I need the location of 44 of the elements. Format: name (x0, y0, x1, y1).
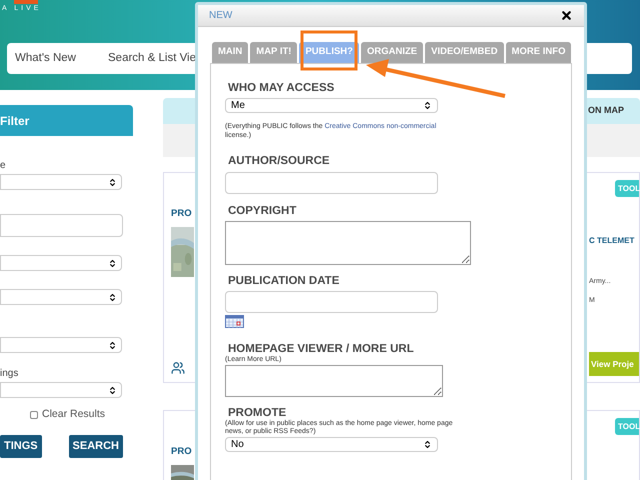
project-title[interactable]: PRO (171, 445, 194, 460)
dropdown[interactable] (0, 174, 122, 190)
checkbox-label: Clear Results (42, 407, 106, 422)
date-field[interactable] (225, 291, 438, 313)
field-label: COPYRIGHT (227, 204, 298, 218)
action-button[interactable]: TINGS (0, 434, 42, 458)
field-label: AUTHOR/SOURCE (227, 154, 331, 168)
dropdown-arrow-icon (108, 178, 117, 186)
nav-link[interactable]: Search & List Vie (108, 50, 196, 68)
project-title[interactable]: PRO (171, 207, 194, 222)
dropdown[interactable] (0, 289, 122, 305)
text-field[interactable] (0, 214, 123, 237)
logo-mark (14, 0, 38, 4)
field-label: HOMEPAGE VIEWER / MORE URL (227, 342, 415, 356)
dropdown-arrow-icon (108, 258, 117, 268)
text-field[interactable] (225, 172, 438, 194)
close-icon[interactable] (560, 9, 573, 22)
dropdown-arrow-icon (108, 386, 117, 394)
filter-header: Filter (0, 105, 133, 136)
dropdown-arrow-icon (423, 101, 432, 110)
text-area[interactable] (225, 221, 471, 265)
filter-label: ings (0, 368, 20, 380)
dropdown[interactable] (0, 255, 122, 271)
dropdown-arrow-icon (423, 440, 432, 449)
tab-label[interactable]: ON MAP (588, 104, 624, 118)
field-label: WHO MAY ACCESS (227, 81, 336, 95)
filter-label: e (0, 160, 7, 172)
dropdown[interactable] (0, 337, 122, 353)
project-title[interactable]: C TELEMET (589, 235, 639, 247)
nav-link[interactable]: What's New (15, 50, 76, 68)
field-label: PUBLICATION DATE (227, 274, 340, 288)
dropdown[interactable]: Me (225, 98, 438, 113)
text-area[interactable] (225, 365, 443, 397)
checkbox[interactable] (30, 410, 38, 419)
dropdown-arrow-icon (108, 340, 117, 350)
action-button[interactable]: SEARCH (68, 434, 123, 458)
calendar-icon[interactable] (225, 315, 244, 328)
highlight-frame (300, 30, 358, 70)
modal-title: NEW (209, 9, 232, 23)
dropdown[interactable]: No (225, 437, 438, 452)
people-icon (171, 361, 185, 376)
dropdown[interactable] (0, 382, 122, 398)
dropdown-arrow-icon (108, 292, 117, 302)
field-label: PROMOTE (227, 406, 288, 420)
